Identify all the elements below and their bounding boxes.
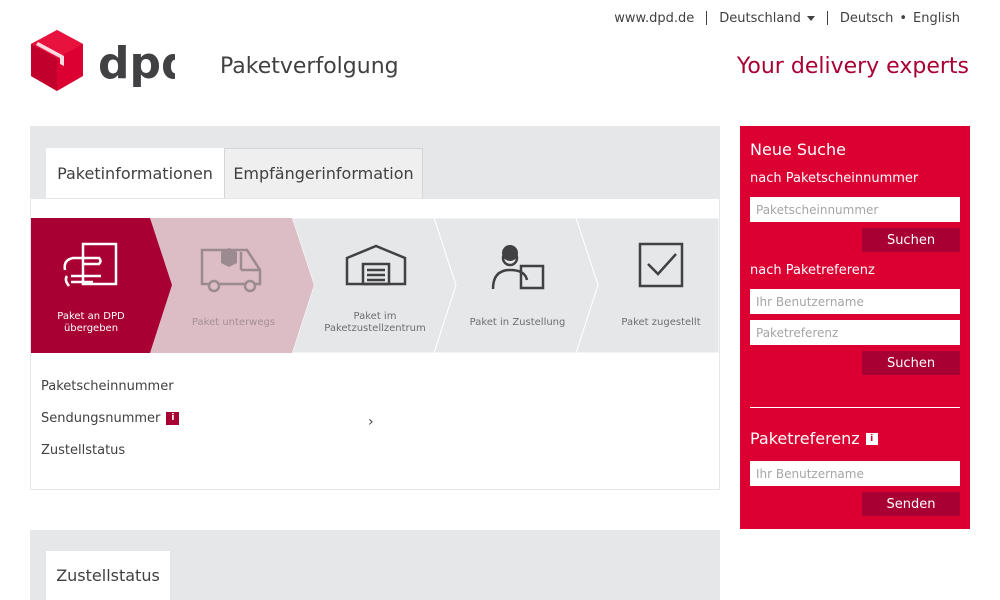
send-button[interactable]: Senden xyxy=(862,492,960,516)
info-icon[interactable]: i xyxy=(865,432,878,445)
step-label-line: Paket in Zustellung xyxy=(469,317,566,328)
step-label-line: Paketzustellzentrum xyxy=(324,323,426,334)
dpd-website-link[interactable]: www.dpd.de xyxy=(614,11,694,26)
detail-sendungsnummer: Sendungsnummer i xyxy=(41,411,180,426)
new-search-panel: Neue Suche nach Paketscheinnummer Suchen… xyxy=(740,126,970,529)
step-label-line: Paket an DPD xyxy=(57,311,125,322)
parcel-reference-input[interactable] xyxy=(750,320,960,345)
language-english-link[interactable]: English xyxy=(913,11,960,26)
step-label-paket-unterwegs: Paket unterwegs xyxy=(181,317,286,329)
country-selector-label: Deutschland xyxy=(719,10,801,26)
label-by-parcel-number: nach Paketscheinnummer xyxy=(750,171,919,186)
detail-label: Zustellstatus xyxy=(41,443,126,458)
page-title: Paketverfolgung xyxy=(220,54,399,79)
step-label-line: Paket zugestellt xyxy=(621,317,701,328)
step-label-line: Paket unterwegs xyxy=(191,317,276,328)
dpd-logo[interactable]: dpd xyxy=(30,30,193,92)
detail-zustellstatus: Zustellstatus xyxy=(41,443,125,458)
tab-paketinformationen[interactable]: Paketinformationen xyxy=(46,148,224,198)
chevron-right-icon[interactable]: › xyxy=(368,414,374,430)
step-label-paket-in-zustellung: Paket in Zustellung xyxy=(461,317,574,329)
logo-wordmark: dpd xyxy=(98,38,175,89)
top-utility-bar: www.dpd.de Deutschland Deutsch • English xyxy=(614,9,960,27)
search-panel-title: Neue Suche xyxy=(750,140,846,159)
language-separator: • xyxy=(899,10,908,26)
parcel-number-input[interactable] xyxy=(750,197,960,222)
tracking-progress-steps: Paket an DPD übergeben Paket unterwegs P… xyxy=(31,218,719,353)
divider xyxy=(750,407,960,408)
section-title: Paketreferenz xyxy=(750,429,860,448)
step-label-paket-zugestellt: Paket zugestellt xyxy=(611,317,711,329)
username-input[interactable] xyxy=(750,289,960,314)
separator xyxy=(826,11,828,25)
delivery-status-card: Zustellstatus xyxy=(30,530,720,600)
tab-empfaengerinformation[interactable]: Empfängerinformation xyxy=(224,148,423,198)
step-label-line: übergeben xyxy=(63,323,119,334)
tagline: Your delivery experts xyxy=(736,54,969,79)
tab-zustellstatus[interactable]: Zustellstatus xyxy=(46,551,170,600)
username-input-2[interactable] xyxy=(750,461,960,486)
info-icon[interactable]: i xyxy=(166,412,180,425)
caret-down-icon xyxy=(806,15,815,21)
dpd-cube-icon: dpd xyxy=(31,30,193,91)
country-selector[interactable]: Deutschland xyxy=(719,11,815,26)
separator xyxy=(706,11,708,25)
search-button-number[interactable]: Suchen xyxy=(862,228,960,252)
detail-label: Sendungsnummer xyxy=(41,411,161,426)
parcel-info-card: Paketinformationen Empfängerinformation xyxy=(30,126,720,490)
step-label-paketzustellzentrum: Paket im Paketzustellzentrum xyxy=(316,311,434,335)
language-deutsch-link[interactable]: Deutsch xyxy=(840,11,894,26)
parcel-reference-section: Paketreferenz i xyxy=(750,429,878,448)
label-by-parcel-reference: nach Paketreferenz xyxy=(750,263,875,278)
step-label-paket-uebergeben: Paket an DPD übergeben xyxy=(46,311,136,335)
step-label-line: Paket im xyxy=(353,311,397,322)
search-button-reference[interactable]: Suchen xyxy=(862,351,960,375)
detail-paketscheinnummer: Paketscheinnummer xyxy=(41,379,174,394)
detail-label: Paketscheinnummer xyxy=(41,379,174,394)
